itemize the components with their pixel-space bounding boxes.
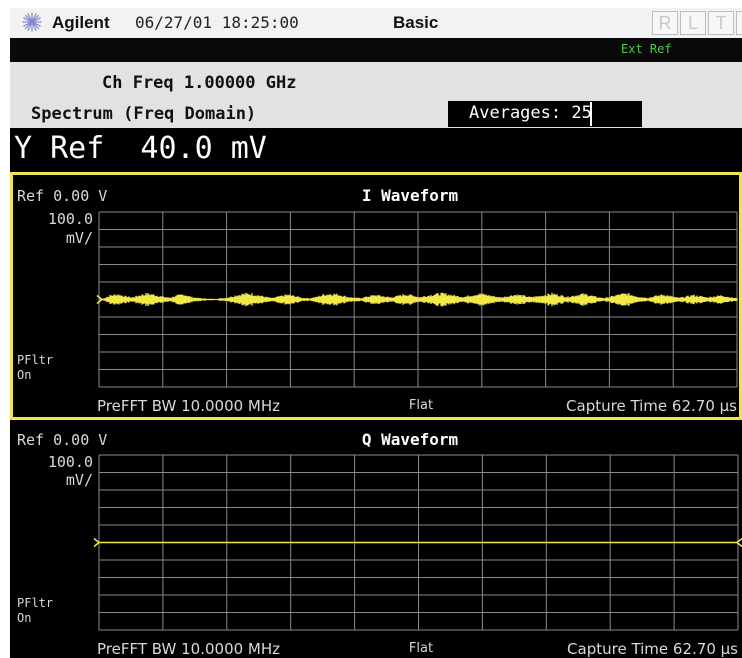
q-scale-value: 100.0 bbox=[48, 453, 93, 471]
i-pfltr-label: PFltr bbox=[17, 353, 53, 367]
y-ref-readout[interactable]: Y Ref 40.0 mV bbox=[14, 131, 267, 166]
i-waveform-panel[interactable]: Ref 0.00 V I Waveform 100.0 mV/ PFltr On… bbox=[10, 172, 742, 420]
agilent-spark-icon bbox=[22, 12, 42, 32]
srq-indicator: S bbox=[736, 11, 742, 35]
q-scale-unit: mV/ bbox=[66, 471, 93, 489]
i-scale-value: 100.0 bbox=[48, 210, 93, 228]
active-function-bar: Y Ref 40.0 mV bbox=[10, 128, 742, 172]
brand-name: Agilent bbox=[52, 13, 110, 32]
ext-ref-indicator: Ext Ref bbox=[621, 42, 672, 56]
analyzer-screen: Agilent 06/27/01 18:25:00 Basic R L T S … bbox=[0, 0, 742, 658]
status-strip: Ext Ref bbox=[10, 38, 742, 62]
talk-indicator: T bbox=[708, 11, 734, 35]
i-waveform-trace bbox=[96, 292, 738, 307]
q-capture-time: Capture Time 62.70 μs bbox=[567, 640, 738, 658]
q-pfltr-label: PFltr bbox=[17, 596, 53, 610]
q-prefft-bw: PreFFT BW 10.0000 MHz bbox=[97, 640, 280, 658]
i-scale-unit: mV/ bbox=[66, 229, 93, 247]
date-time: 06/27/01 18:25:00 bbox=[135, 13, 299, 32]
channel-frequency: Ch Freq 1.00000 GHz bbox=[102, 73, 297, 93]
i-waveform-plot: Ref 0.00 V I Waveform 100.0 mV/ PFltr On… bbox=[17, 186, 738, 415]
q-waveform-panel[interactable]: Ref 0.00 V Q Waveform 100.0 mV/ PFltr On… bbox=[10, 420, 742, 658]
i-capture-time: Capture Time 62.70 μs bbox=[566, 397, 737, 415]
title-bar: Agilent 06/27/01 18:25:00 Basic R L T S bbox=[10, 8, 742, 39]
remote-indicator: R bbox=[652, 11, 678, 35]
i-pfltr-state: On bbox=[17, 368, 31, 382]
averages-box: Averages: 25 bbox=[448, 101, 642, 127]
q-pfltr-state: On bbox=[17, 611, 31, 625]
i-waveform-title: I Waveform bbox=[362, 186, 459, 205]
mode-label: Basic bbox=[393, 13, 439, 32]
q-waveform-title: Q Waveform bbox=[362, 430, 459, 449]
q-window-type: Flat bbox=[409, 641, 433, 656]
local-lockout-indicator: L bbox=[680, 11, 706, 35]
i-prefft-bw: PreFFT BW 10.0000 MHz bbox=[97, 397, 280, 415]
status-indicators: R L T S bbox=[652, 11, 742, 35]
averages-divider bbox=[590, 102, 592, 126]
i-waveform-line bbox=[102, 292, 738, 307]
measurement-info-panel: Ch Freq 1.00000 GHz Spectrum (Freq Domai… bbox=[10, 62, 742, 128]
i-ref-label: Ref 0.00 V bbox=[17, 187, 107, 205]
q-waveform-plot: Ref 0.00 V Q Waveform 100.0 mV/ PFltr On… bbox=[17, 430, 742, 658]
q-ref-level-marker-left bbox=[93, 537, 101, 548]
q-ref-label: Ref 0.00 V bbox=[17, 431, 107, 449]
i-window-type: Flat bbox=[409, 398, 433, 413]
measurement-name: Spectrum (Freq Domain) bbox=[31, 104, 257, 124]
averages-label: Averages: 25 bbox=[469, 103, 592, 123]
